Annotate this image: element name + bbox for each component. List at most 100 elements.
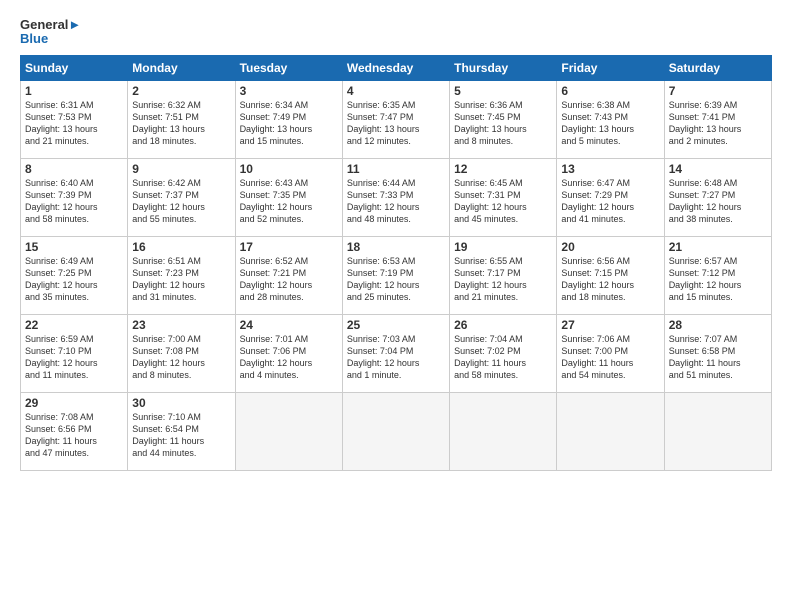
day-number: 3 — [240, 84, 338, 98]
header: General► Blue — [20, 18, 772, 47]
calendar-row: 8Sunrise: 6:40 AM Sunset: 7:39 PM Daylig… — [21, 158, 772, 236]
col-saturday: Saturday — [664, 55, 771, 80]
day-number: 27 — [561, 318, 659, 332]
day-number: 19 — [454, 240, 552, 254]
calendar: Sunday Monday Tuesday Wednesday Thursday… — [20, 55, 772, 471]
day-number: 1 — [25, 84, 123, 98]
day-number: 28 — [669, 318, 767, 332]
day-number: 4 — [347, 84, 445, 98]
table-cell: 20Sunrise: 6:56 AM Sunset: 7:15 PM Dayli… — [557, 236, 664, 314]
day-info: Sunrise: 7:00 AM Sunset: 7:08 PM Dayligh… — [132, 333, 230, 382]
day-number: 29 — [25, 396, 123, 410]
day-number: 11 — [347, 162, 445, 176]
table-cell: 29Sunrise: 7:08 AM Sunset: 6:56 PM Dayli… — [21, 392, 128, 470]
day-number: 6 — [561, 84, 659, 98]
day-number: 15 — [25, 240, 123, 254]
day-info: Sunrise: 6:48 AM Sunset: 7:27 PM Dayligh… — [669, 177, 767, 226]
day-number: 7 — [669, 84, 767, 98]
day-number: 10 — [240, 162, 338, 176]
table-cell: 28Sunrise: 7:07 AM Sunset: 6:58 PM Dayli… — [664, 314, 771, 392]
day-info: Sunrise: 6:31 AM Sunset: 7:53 PM Dayligh… — [25, 99, 123, 148]
day-info: Sunrise: 6:34 AM Sunset: 7:49 PM Dayligh… — [240, 99, 338, 148]
table-cell: 4Sunrise: 6:35 AM Sunset: 7:47 PM Daylig… — [342, 80, 449, 158]
day-info: Sunrise: 7:06 AM Sunset: 7:00 PM Dayligh… — [561, 333, 659, 382]
col-friday: Friday — [557, 55, 664, 80]
day-info: Sunrise: 6:44 AM Sunset: 7:33 PM Dayligh… — [347, 177, 445, 226]
day-number: 8 — [25, 162, 123, 176]
page: General► Blue Sunday Monday Tuesday Wedn… — [0, 0, 792, 612]
table-cell: 24Sunrise: 7:01 AM Sunset: 7:06 PM Dayli… — [235, 314, 342, 392]
day-info: Sunrise: 6:38 AM Sunset: 7:43 PM Dayligh… — [561, 99, 659, 148]
calendar-row: 1Sunrise: 6:31 AM Sunset: 7:53 PM Daylig… — [21, 80, 772, 158]
table-cell: 10Sunrise: 6:43 AM Sunset: 7:35 PM Dayli… — [235, 158, 342, 236]
table-cell: 14Sunrise: 6:48 AM Sunset: 7:27 PM Dayli… — [664, 158, 771, 236]
day-number: 24 — [240, 318, 338, 332]
table-cell: 7Sunrise: 6:39 AM Sunset: 7:41 PM Daylig… — [664, 80, 771, 158]
day-info: Sunrise: 6:57 AM Sunset: 7:12 PM Dayligh… — [669, 255, 767, 304]
table-cell: 13Sunrise: 6:47 AM Sunset: 7:29 PM Dayli… — [557, 158, 664, 236]
day-info: Sunrise: 6:51 AM Sunset: 7:23 PM Dayligh… — [132, 255, 230, 304]
day-info: Sunrise: 6:35 AM Sunset: 7:47 PM Dayligh… — [347, 99, 445, 148]
calendar-header-row: Sunday Monday Tuesday Wednesday Thursday… — [21, 55, 772, 80]
col-sunday: Sunday — [21, 55, 128, 80]
table-cell: 12Sunrise: 6:45 AM Sunset: 7:31 PM Dayli… — [450, 158, 557, 236]
day-number: 21 — [669, 240, 767, 254]
day-info: Sunrise: 6:40 AM Sunset: 7:39 PM Dayligh… — [25, 177, 123, 226]
col-thursday: Thursday — [450, 55, 557, 80]
day-number: 9 — [132, 162, 230, 176]
day-info: Sunrise: 6:36 AM Sunset: 7:45 PM Dayligh… — [454, 99, 552, 148]
col-wednesday: Wednesday — [342, 55, 449, 80]
col-tuesday: Tuesday — [235, 55, 342, 80]
day-info: Sunrise: 7:03 AM Sunset: 7:04 PM Dayligh… — [347, 333, 445, 382]
table-cell — [557, 392, 664, 470]
table-cell: 5Sunrise: 6:36 AM Sunset: 7:45 PM Daylig… — [450, 80, 557, 158]
table-cell: 18Sunrise: 6:53 AM Sunset: 7:19 PM Dayli… — [342, 236, 449, 314]
table-cell: 19Sunrise: 6:55 AM Sunset: 7:17 PM Dayli… — [450, 236, 557, 314]
day-info: Sunrise: 6:45 AM Sunset: 7:31 PM Dayligh… — [454, 177, 552, 226]
day-number: 5 — [454, 84, 552, 98]
col-monday: Monday — [128, 55, 235, 80]
table-cell: 6Sunrise: 6:38 AM Sunset: 7:43 PM Daylig… — [557, 80, 664, 158]
day-info: Sunrise: 6:53 AM Sunset: 7:19 PM Dayligh… — [347, 255, 445, 304]
table-cell: 25Sunrise: 7:03 AM Sunset: 7:04 PM Dayli… — [342, 314, 449, 392]
day-info: Sunrise: 7:10 AM Sunset: 6:54 PM Dayligh… — [132, 411, 230, 460]
table-cell — [450, 392, 557, 470]
table-cell: 15Sunrise: 6:49 AM Sunset: 7:25 PM Dayli… — [21, 236, 128, 314]
day-info: Sunrise: 6:42 AM Sunset: 7:37 PM Dayligh… — [132, 177, 230, 226]
table-cell: 23Sunrise: 7:00 AM Sunset: 7:08 PM Dayli… — [128, 314, 235, 392]
day-info: Sunrise: 7:04 AM Sunset: 7:02 PM Dayligh… — [454, 333, 552, 382]
table-cell — [235, 392, 342, 470]
day-number: 14 — [669, 162, 767, 176]
day-info: Sunrise: 6:55 AM Sunset: 7:17 PM Dayligh… — [454, 255, 552, 304]
day-number: 13 — [561, 162, 659, 176]
table-cell: 11Sunrise: 6:44 AM Sunset: 7:33 PM Dayli… — [342, 158, 449, 236]
table-cell: 2Sunrise: 6:32 AM Sunset: 7:51 PM Daylig… — [128, 80, 235, 158]
calendar-row: 29Sunrise: 7:08 AM Sunset: 6:56 PM Dayli… — [21, 392, 772, 470]
table-cell: 22Sunrise: 6:59 AM Sunset: 7:10 PM Dayli… — [21, 314, 128, 392]
day-info: Sunrise: 6:39 AM Sunset: 7:41 PM Dayligh… — [669, 99, 767, 148]
logo: General► Blue — [20, 18, 81, 47]
table-cell: 16Sunrise: 6:51 AM Sunset: 7:23 PM Dayli… — [128, 236, 235, 314]
table-cell: 8Sunrise: 6:40 AM Sunset: 7:39 PM Daylig… — [21, 158, 128, 236]
day-number: 2 — [132, 84, 230, 98]
day-info: Sunrise: 6:43 AM Sunset: 7:35 PM Dayligh… — [240, 177, 338, 226]
table-cell — [664, 392, 771, 470]
day-info: Sunrise: 6:56 AM Sunset: 7:15 PM Dayligh… — [561, 255, 659, 304]
day-number: 17 — [240, 240, 338, 254]
table-cell: 27Sunrise: 7:06 AM Sunset: 7:00 PM Dayli… — [557, 314, 664, 392]
table-cell: 21Sunrise: 6:57 AM Sunset: 7:12 PM Dayli… — [664, 236, 771, 314]
table-cell — [342, 392, 449, 470]
day-number: 30 — [132, 396, 230, 410]
day-number: 26 — [454, 318, 552, 332]
table-cell: 3Sunrise: 6:34 AM Sunset: 7:49 PM Daylig… — [235, 80, 342, 158]
calendar-row: 22Sunrise: 6:59 AM Sunset: 7:10 PM Dayli… — [21, 314, 772, 392]
day-info: Sunrise: 6:52 AM Sunset: 7:21 PM Dayligh… — [240, 255, 338, 304]
day-number: 23 — [132, 318, 230, 332]
day-info: Sunrise: 7:08 AM Sunset: 6:56 PM Dayligh… — [25, 411, 123, 460]
day-info: Sunrise: 7:01 AM Sunset: 7:06 PM Dayligh… — [240, 333, 338, 382]
calendar-row: 15Sunrise: 6:49 AM Sunset: 7:25 PM Dayli… — [21, 236, 772, 314]
table-cell: 9Sunrise: 6:42 AM Sunset: 7:37 PM Daylig… — [128, 158, 235, 236]
day-number: 25 — [347, 318, 445, 332]
table-cell: 30Sunrise: 7:10 AM Sunset: 6:54 PM Dayli… — [128, 392, 235, 470]
day-info: Sunrise: 6:49 AM Sunset: 7:25 PM Dayligh… — [25, 255, 123, 304]
